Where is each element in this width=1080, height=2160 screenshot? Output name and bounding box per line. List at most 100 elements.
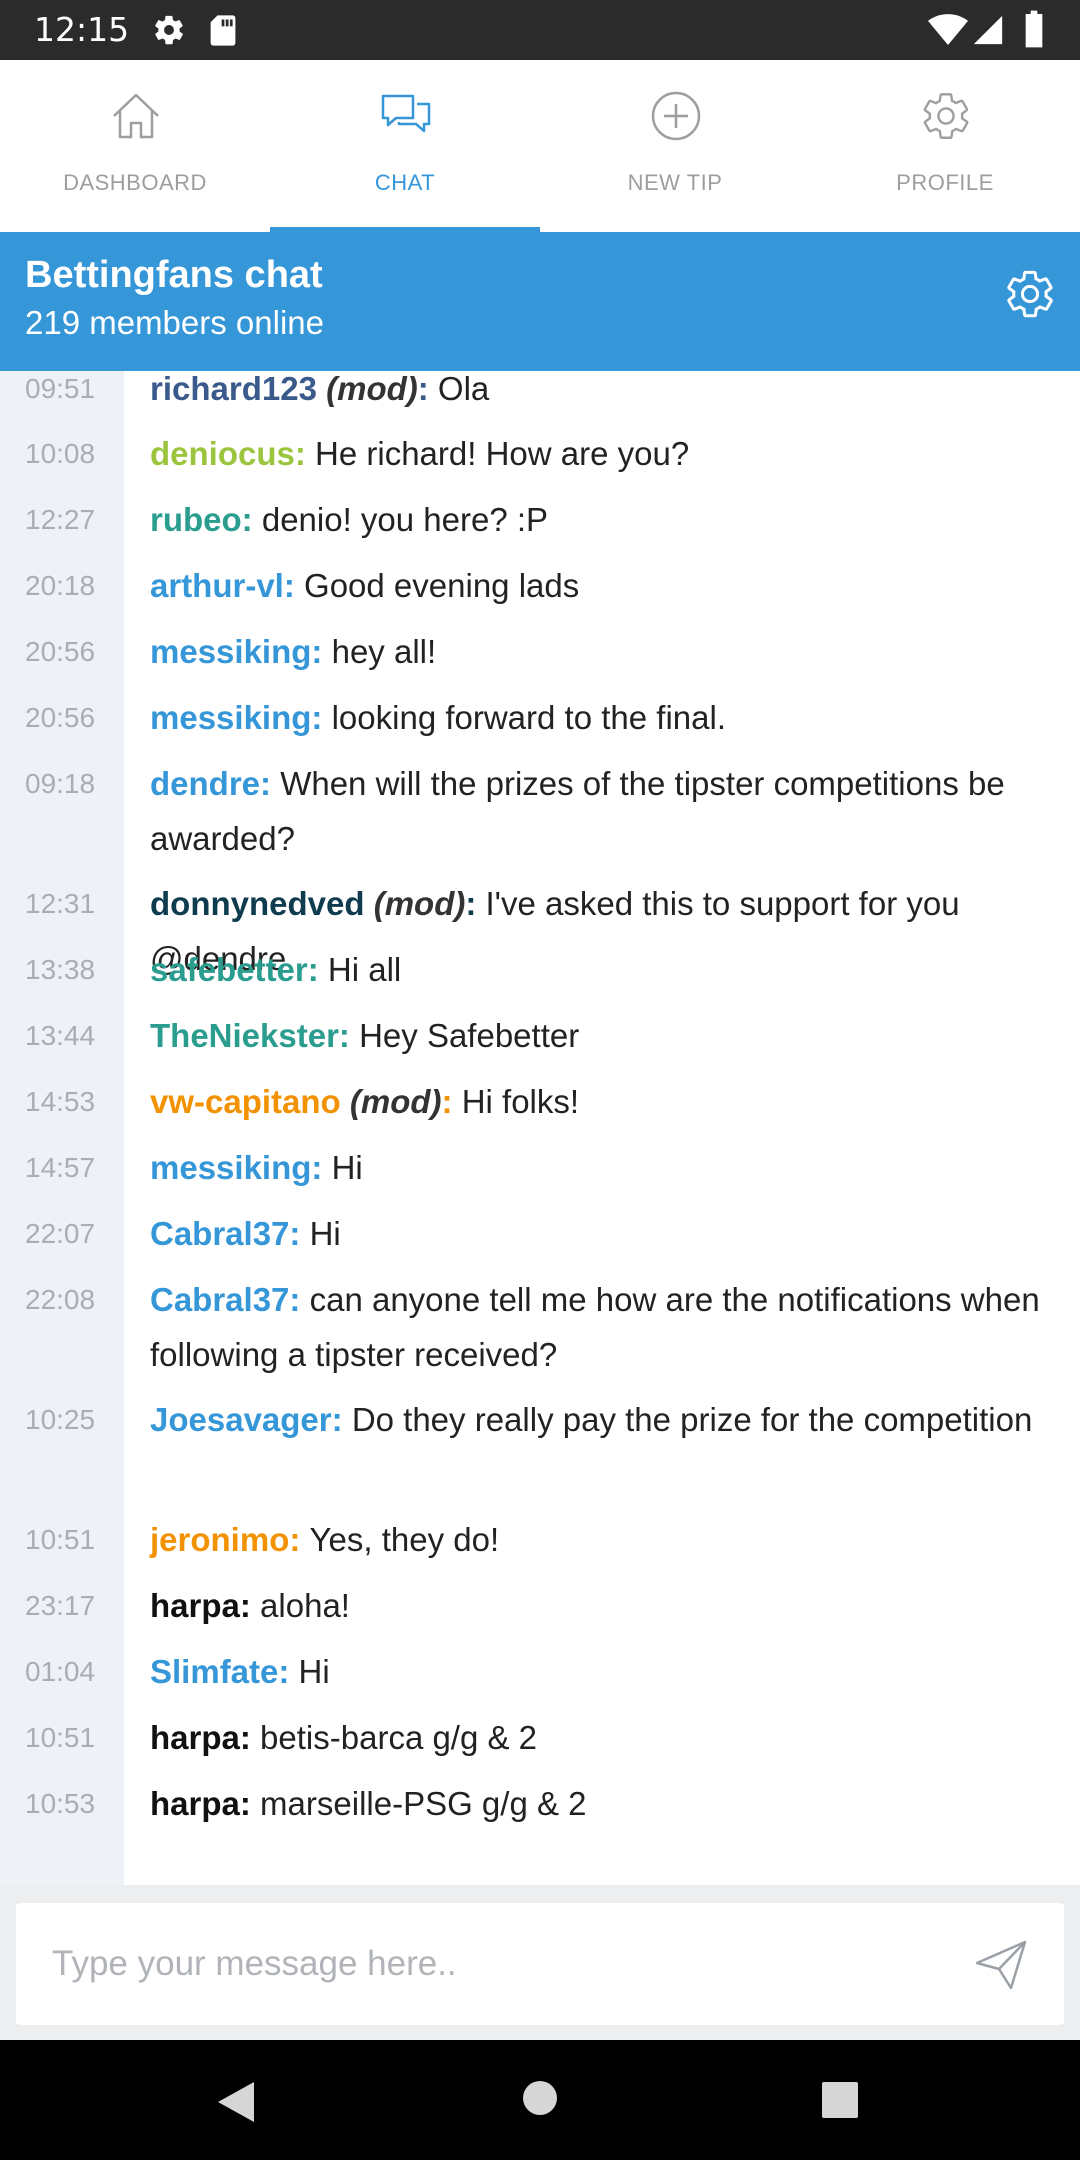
settings-status-icon — [155, 15, 183, 45]
message-username[interactable]: vw-capitano — [150, 1083, 341, 1120]
username-separator: : — [289, 1281, 310, 1318]
username-separator: : — [331, 1401, 352, 1438]
message-username[interactable]: deniocus — [150, 435, 295, 472]
chat-settings-icon[interactable] — [1004, 268, 1056, 320]
message-body: Cabral37: Hi — [150, 1206, 1065, 1261]
message-username[interactable]: Slimfate — [150, 1653, 278, 1690]
message-time: 22:07 — [25, 1218, 96, 1249]
username-separator: : — [311, 699, 332, 736]
message-text: He richard! How are you? — [315, 435, 690, 472]
chat-title: Bettingfans chat — [25, 254, 323, 296]
message-text: Hi folks! — [461, 1083, 580, 1120]
message-text: Hi — [298, 1653, 330, 1690]
moderator-badge: (mod) — [349, 1083, 442, 1120]
sd-card-icon — [210, 15, 236, 46]
status-time: 12:15 — [34, 10, 130, 49]
message-time: 10:08 — [25, 438, 96, 469]
recent-apps-icon[interactable] — [822, 2082, 858, 2118]
username-separator: : — [239, 1719, 261, 1756]
tab-label: NEW TIP — [627, 170, 723, 195]
home-icon — [113, 93, 159, 139]
message-time: 13:44 — [25, 1020, 96, 1051]
username-separator: : — [294, 435, 316, 472]
message-time: 20:56 — [25, 702, 96, 733]
message-time: 23:17 — [25, 1590, 96, 1621]
message-body: deniocus: He richard! How are you? — [150, 426, 1065, 481]
signal-icon — [973, 15, 1003, 45]
message-body: harpa: aloha! — [150, 1578, 1065, 1633]
message-username[interactable]: donnynedved — [150, 885, 365, 922]
message-time: 09:51 — [25, 373, 96, 404]
message-text: marseille-PSG g/g & 2 — [260, 1785, 587, 1822]
message-body: dendre: When will the prizes of the tips… — [150, 756, 1065, 866]
username-separator: : — [441, 1083, 462, 1120]
tab-profile[interactable]: PROFILE — [810, 60, 1080, 232]
send-icon[interactable] — [974, 1939, 1028, 1991]
message-list[interactable]: 09:51 richard123 (mod): Ola 10:08 deniocus:… — [0, 371, 1080, 1885]
back-icon[interactable] — [216, 2080, 256, 2124]
wifi-icon — [928, 14, 968, 45]
message-body: Cabral37: can anyone tell me how are the… — [150, 1272, 1065, 1382]
message-time: 13:38 — [25, 954, 96, 985]
message-username[interactable]: jeronimo — [150, 1521, 289, 1558]
message-username[interactable]: harpa — [150, 1785, 240, 1822]
message-body: rubeo: denio! you here? :P — [150, 492, 1065, 547]
home-button-icon[interactable] — [523, 2081, 557, 2115]
username-separator: : — [417, 371, 438, 407]
message-username[interactable]: harpa — [150, 1587, 240, 1624]
username-separator: : — [283, 567, 305, 604]
message-username[interactable]: richard123 — [150, 371, 317, 407]
username-separator: : — [239, 1785, 261, 1822]
message-body: harpa: marseille-PSG g/g & 2 — [150, 1776, 1065, 1831]
username-separator: : — [289, 1215, 310, 1252]
message-time: 10:25 — [25, 1404, 96, 1435]
tab-label: DASHBOARD — [63, 170, 207, 195]
message-text: Do they really pay the prize for the com… — [351, 1401, 1033, 1438]
message-input-area — [0, 1885, 1080, 2040]
message-username[interactable]: messiking — [150, 633, 311, 670]
message-text: denio! you here? :P — [261, 501, 549, 538]
message-body: safebetter: Hi all — [150, 942, 1065, 997]
message-time: 09:18 — [25, 768, 96, 799]
moderator-badge: (mod) — [326, 371, 418, 407]
message-username[interactable]: Cabral37 — [150, 1281, 289, 1318]
message-time: 10:51 — [25, 1524, 96, 1555]
username-separator: : — [241, 501, 262, 538]
chat-header: Bettingfans chat 219 members online — [0, 232, 1080, 371]
username-separator: : — [338, 1017, 360, 1054]
message-body: Joesavager: Do they really pay the prize… — [150, 1392, 1065, 1447]
message-input-box — [16, 1903, 1064, 2025]
message-username[interactable]: Cabral37 — [150, 1215, 289, 1252]
tab-new-tip[interactable]: NEW TIP — [540, 60, 810, 232]
message-username[interactable]: safebetter — [150, 951, 308, 988]
message-text: Ola — [437, 371, 490, 407]
message-time: 22:08 — [25, 1284, 96, 1315]
username-separator: : — [260, 765, 281, 802]
tab-chat[interactable]: CHAT — [270, 60, 540, 232]
message-username[interactable]: harpa — [150, 1719, 240, 1756]
message-username[interactable]: messiking — [150, 699, 311, 736]
message-username[interactable]: dendre — [150, 765, 260, 802]
message-text: hey all! — [331, 633, 437, 670]
message-username[interactable]: TheNiekster — [150, 1017, 339, 1054]
message-username[interactable]: arthur-vl — [150, 567, 284, 604]
message-body: vw-capitano (mod): Hi folks! — [150, 1074, 1065, 1129]
tab-dashboard[interactable]: DASHBOARD — [0, 60, 270, 232]
message-time: 14:53 — [25, 1086, 96, 1117]
message-body: harpa: betis-barca g/g & 2 — [150, 1710, 1065, 1765]
message-time: 20:18 — [25, 570, 96, 601]
members-online: 219 members online — [25, 304, 324, 341]
message-username[interactable]: rubeo — [150, 501, 242, 538]
tab-label: CHAT — [374, 170, 436, 195]
message-text: Hi all — [327, 951, 402, 988]
plus-circle-icon — [651, 91, 701, 141]
username-separator: : — [289, 1521, 310, 1558]
message-input[interactable] — [52, 1937, 952, 1991]
message-body: TheNiekster: Hey Safebetter — [150, 1008, 1065, 1063]
message-time: 12:27 — [25, 504, 96, 535]
message-text: aloha! — [260, 1587, 350, 1624]
message-username[interactable]: Joesavager — [150, 1401, 332, 1438]
message-username[interactable]: messiking — [150, 1149, 311, 1186]
message-body: messiking: hey all! — [150, 624, 1065, 679]
system-nav-bar — [0, 2040, 1080, 2160]
